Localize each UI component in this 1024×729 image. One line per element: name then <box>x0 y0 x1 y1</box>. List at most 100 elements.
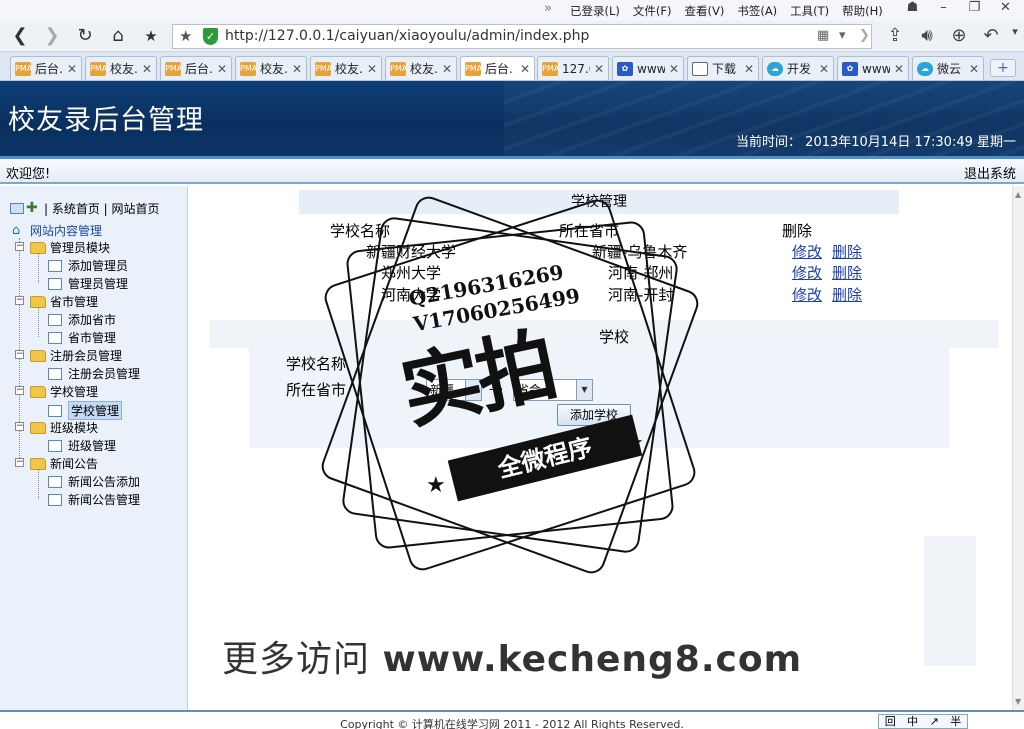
reload-icon[interactable]: ↻ <box>73 24 97 48</box>
minimize-icon[interactable]: – <box>935 0 952 15</box>
tab-close-icon[interactable]: ✕ <box>217 62 227 76</box>
tab-close-icon[interactable]: ✕ <box>442 62 452 76</box>
bookmark-star-icon[interactable]: ★ <box>139 24 163 48</box>
welcome-text: 欢迎您! <box>6 167 51 182</box>
address-bar[interactable]: ★ ✓ http://127.0.0.1/caiyuan/xiaoyoulu/a… <box>172 24 872 49</box>
tab[interactable]: ☁ 微云 ✕ <box>912 56 984 80</box>
ime-lang[interactable]: 中 <box>907 715 918 728</box>
new-tab-button[interactable]: + <box>990 59 1016 77</box>
tab-label: www <box>637 61 665 76</box>
sidebar-item-add-province[interactable]: 添加省市 <box>48 311 116 328</box>
tab-close-icon[interactable]: ✕ <box>744 62 754 76</box>
city-select[interactable]: 省会 ▼ <box>513 379 593 401</box>
collapse-toggle[interactable]: − <box>15 350 24 359</box>
system-home-links[interactable]: | 系统首页 | 网站首页 <box>44 200 160 217</box>
ime-punct-icon[interactable]: ↗ <box>930 715 939 728</box>
delete-link[interactable]: 删除 <box>832 284 862 305</box>
collapse-toggle[interactable]: − <box>15 422 24 431</box>
menu-file[interactable]: 文件(F) <box>633 3 672 19</box>
tab-active[interactable]: PMA 后台. ✕ <box>460 56 535 80</box>
tab[interactable]: PMA 校友. ✕ <box>85 56 157 80</box>
scroll-down-icon[interactable]: ▼ <box>1015 697 1021 706</box>
dropdown-icon[interactable]: ▾ <box>839 28 846 43</box>
tab[interactable]: PMA 后台. ✕ <box>10 56 82 80</box>
tab-close-icon[interactable]: ✕ <box>669 62 679 76</box>
tree-root[interactable]: ⌂ 网站内容管理 <box>12 222 102 239</box>
collapse-toggle[interactable]: − <box>15 242 24 251</box>
tab-close-icon[interactable]: ✕ <box>292 62 302 76</box>
home-icon[interactable]: ⌂ <box>106 24 130 48</box>
go-icon[interactable]: ❯ <box>859 28 870 43</box>
delete-link[interactable]: 删除 <box>832 262 862 283</box>
sidebar-item-manage-news[interactable]: 新闻公告管理 <box>48 491 140 508</box>
tab[interactable]: PMA 校友. ✕ <box>385 56 457 80</box>
tab[interactable]: ✿ www ✕ <box>612 56 684 80</box>
tab[interactable]: ☁ 开发 ✕ <box>762 56 834 80</box>
qr-icon[interactable]: ▦ <box>817 28 829 43</box>
back-icon[interactable]: ❮ <box>8 24 32 48</box>
scrollbar[interactable]: ▲ ▼ <box>1012 186 1024 710</box>
menu-help[interactable]: 帮助(H) <box>842 3 883 19</box>
tab-close-icon[interactable]: ✕ <box>520 62 530 76</box>
sidebar-group-province[interactable]: 省市管理 <box>30 293 98 310</box>
logout-link[interactable]: 退出系统 <box>964 163 1016 182</box>
sidebar-group-news[interactable]: 新闻公告 <box>30 455 98 472</box>
address-url[interactable]: http://127.0.0.1/caiyuan/xiaoyoulu/admin… <box>225 28 589 44</box>
collapse-toggle[interactable]: − <box>15 458 24 467</box>
tab[interactable]: PMA127.0 ✕ <box>537 56 609 80</box>
sidebar-group-admins[interactable]: 管理员模块 <box>30 239 110 256</box>
edit-link[interactable]: 修改 <box>792 241 822 262</box>
tab-close-icon[interactable]: ✕ <box>367 62 377 76</box>
favorite-icon[interactable]: ★ <box>179 27 192 45</box>
menu-logged-in[interactable]: 已登录(L) <box>570 3 620 19</box>
restore-icon[interactable]: ❐ <box>966 0 983 15</box>
tab-close-icon[interactable]: ✕ <box>594 62 604 76</box>
menu-overflow-icon[interactable]: » <box>544 1 552 16</box>
sidebar-item-add-news[interactable]: 新闻公告添加 <box>48 473 140 490</box>
page-icon <box>48 367 62 380</box>
volume-icon[interactable]: 🔊︎ <box>916 25 938 46</box>
menu-tools[interactable]: 工具(T) <box>790 3 829 19</box>
tab[interactable]: PMA 后台. ✕ <box>160 56 232 80</box>
ime-width[interactable]: 半 <box>950 715 961 728</box>
undo-icon[interactable]: ↶ <box>980 25 1002 46</box>
edit-link[interactable]: 修改 <box>792 284 822 305</box>
undo-dropdown-icon[interactable]: ▾ <box>1004 25 1024 38</box>
tab[interactable]: 下载 ✕ <box>687 56 759 80</box>
skin-icon[interactable]: ☗ <box>904 0 921 15</box>
sidebar-item-manage-classes[interactable]: 班级管理 <box>48 437 116 454</box>
tab[interactable]: PMA 校友. ✕ <box>310 56 382 80</box>
tab-label: 下载 <box>712 62 737 76</box>
tab-close-icon[interactable]: ✕ <box>142 62 152 76</box>
sidebar-item-manage-province[interactable]: 省市管理 <box>48 329 116 346</box>
province-select[interactable]: 新疆 ▼ <box>426 379 482 401</box>
sidebar-item-manage-members[interactable]: 注册会员管理 <box>48 365 140 382</box>
tab[interactable]: ✿ www ✕ <box>837 56 909 80</box>
tab[interactable]: PMA 校友. ✕ <box>235 56 307 80</box>
sidebar-group-classes[interactable]: 班级模块 <box>30 419 98 436</box>
collapse-toggle[interactable]: − <box>15 296 24 305</box>
collapse-toggle[interactable]: − <box>15 386 24 395</box>
tab-close-icon[interactable]: ✕ <box>969 62 979 76</box>
download-icon[interactable]: ⊕ <box>948 25 970 46</box>
scroll-up-icon[interactable]: ▲ <box>1015 190 1021 199</box>
menu-view[interactable]: 查看(V) <box>684 3 724 19</box>
menu-bookmarks[interactable]: 书签(A) <box>737 3 777 19</box>
edit-link[interactable]: 修改 <box>792 262 822 283</box>
sidebar-group-schools[interactable]: 学校管理 <box>30 383 98 400</box>
sidebar-item-manage-schools[interactable]: 学校管理 <box>48 401 123 420</box>
sidebar-group-members[interactable]: 注册会员管理 <box>30 347 122 364</box>
sidebar-item-manage-admin[interactable]: 管理员管理 <box>48 275 128 292</box>
tab-close-icon[interactable]: ✕ <box>819 62 829 76</box>
tab-close-icon[interactable]: ✕ <box>67 62 77 76</box>
add-school-button[interactable]: 添加学校 <box>557 404 631 426</box>
ime-mode-icon[interactable]: 回 <box>885 715 896 728</box>
form-title: 学校 <box>599 328 630 346</box>
sidebar-item-add-admin[interactable]: 添加管理员 <box>48 257 128 274</box>
forward-icon[interactable]: ❯ <box>40 24 64 48</box>
tab-label: 微云 <box>937 62 962 76</box>
share-icon[interactable]: ⇪ <box>884 25 906 46</box>
tab-close-icon[interactable]: ✕ <box>894 62 904 76</box>
delete-link[interactable]: 删除 <box>832 241 862 262</box>
close-icon[interactable]: ✕ <box>997 0 1014 15</box>
